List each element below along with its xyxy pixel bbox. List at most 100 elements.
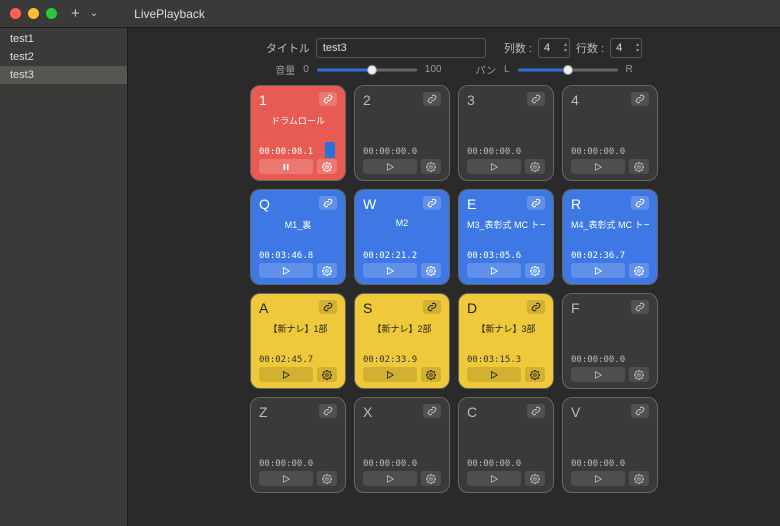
- pad[interactable]: X00:00:00.0: [354, 397, 450, 493]
- gear-icon[interactable]: [629, 159, 649, 174]
- pad-key: D: [467, 300, 477, 316]
- rows-value: 4: [616, 42, 622, 54]
- zoom-window-button[interactable]: [46, 8, 57, 19]
- gear-icon[interactable]: [629, 471, 649, 486]
- pad-time: 00:00:00.0: [571, 147, 649, 157]
- sidebar-item[interactable]: test1: [0, 30, 127, 48]
- sidebar-item[interactable]: test3: [0, 66, 127, 84]
- play-button[interactable]: [363, 159, 417, 174]
- add-button[interactable]: +: [71, 6, 80, 21]
- link-icon[interactable]: [527, 404, 545, 418]
- pad[interactable]: V00:00:00.0: [562, 397, 658, 493]
- pad[interactable]: 300:00:00.0: [458, 85, 554, 181]
- link-icon[interactable]: [319, 404, 337, 418]
- titlebar: + ⌄ LivePlayback: [0, 0, 780, 28]
- pad-key: A: [259, 300, 268, 316]
- pad[interactable]: 400:00:00.0: [562, 85, 658, 181]
- pad[interactable]: EM3_表彰式 MC トーク00:03:05.6: [458, 189, 554, 285]
- pad-progress-icon: [325, 142, 335, 158]
- play-button[interactable]: [571, 159, 625, 174]
- link-icon[interactable]: [527, 196, 545, 210]
- gear-icon[interactable]: [525, 159, 545, 174]
- minimize-window-button[interactable]: [28, 8, 39, 19]
- pause-button[interactable]: [259, 159, 313, 174]
- title-input[interactable]: [316, 38, 486, 58]
- pad-clip-name: ドラムロール: [259, 114, 337, 127]
- gear-icon[interactable]: [525, 367, 545, 382]
- pan-right-label: R: [626, 64, 633, 75]
- gear-icon[interactable]: [421, 471, 441, 486]
- play-button[interactable]: [467, 367, 521, 382]
- pad[interactable]: WM200:02:21.2: [354, 189, 450, 285]
- gear-icon[interactable]: [421, 159, 441, 174]
- gear-icon[interactable]: [421, 263, 441, 278]
- link-icon[interactable]: [423, 300, 441, 314]
- link-icon[interactable]: [631, 404, 649, 418]
- link-icon[interactable]: [319, 92, 337, 106]
- volume-slider[interactable]: [317, 64, 417, 76]
- pad-key: 3: [467, 92, 475, 108]
- cols-stepper[interactable]: 4 ▴▾: [538, 38, 570, 58]
- gear-icon[interactable]: [629, 263, 649, 278]
- link-icon[interactable]: [423, 404, 441, 418]
- header-row-1: タイトル 列数 : 4 ▴▾ 行数 : 4 ▴▾: [266, 38, 642, 58]
- play-button[interactable]: [571, 471, 625, 486]
- add-menu-chevron-icon[interactable]: ⌄: [90, 8, 98, 19]
- link-icon[interactable]: [631, 300, 649, 314]
- gear-icon[interactable]: [525, 263, 545, 278]
- play-button[interactable]: [363, 367, 417, 382]
- gear-icon[interactable]: [317, 471, 337, 486]
- gear-icon[interactable]: [629, 367, 649, 382]
- play-button[interactable]: [259, 263, 313, 278]
- play-button[interactable]: [259, 471, 313, 486]
- gear-icon[interactable]: [317, 367, 337, 382]
- link-icon[interactable]: [527, 92, 545, 106]
- play-button[interactable]: [571, 263, 625, 278]
- volume-min: 0: [303, 64, 309, 75]
- app-title: LivePlayback: [134, 7, 205, 21]
- play-button[interactable]: [467, 159, 521, 174]
- stepper-arrows-icon[interactable]: ▴▾: [564, 42, 567, 54]
- pad-clip-name: [571, 114, 649, 126]
- pad[interactable]: RM4_表彰式 MC トーク00:02:36.7: [562, 189, 658, 285]
- stepper-arrows-icon[interactable]: ▴▾: [636, 42, 639, 54]
- pad[interactable]: D【新ナレ】3部00:03:15.3: [458, 293, 554, 389]
- play-button[interactable]: [467, 263, 521, 278]
- gear-icon[interactable]: [317, 263, 337, 278]
- link-icon[interactable]: [423, 196, 441, 210]
- pad-time: 00:02:21.2: [363, 251, 441, 261]
- play-button[interactable]: [467, 471, 521, 486]
- link-icon[interactable]: [527, 300, 545, 314]
- pad[interactable]: Z00:00:00.0: [250, 397, 346, 493]
- header-row-2: 音量 0 100 パン L R: [275, 62, 633, 77]
- pad-time: 00:00:00.0: [363, 147, 441, 157]
- link-icon[interactable]: [631, 196, 649, 210]
- link-icon[interactable]: [319, 300, 337, 314]
- pad[interactable]: C00:00:00.0: [458, 397, 554, 493]
- pad[interactable]: 1ドラムロール00:00:08.1: [250, 85, 346, 181]
- link-icon[interactable]: [319, 196, 337, 210]
- gear-icon[interactable]: [525, 471, 545, 486]
- pad-clip-name: [363, 114, 441, 126]
- play-button[interactable]: [363, 263, 417, 278]
- pad[interactable]: 200:00:00.0: [354, 85, 450, 181]
- pad[interactable]: QM1_裏00:03:46.8: [250, 189, 346, 285]
- volume-label: 音量: [275, 62, 295, 77]
- play-button[interactable]: [571, 367, 625, 382]
- play-button[interactable]: [363, 471, 417, 486]
- rows-label: 行数 :: [576, 40, 604, 56]
- gear-icon[interactable]: [317, 159, 337, 174]
- cols-label: 列数 :: [504, 40, 532, 56]
- play-button[interactable]: [259, 367, 313, 382]
- pan-slider[interactable]: [518, 64, 618, 76]
- rows-stepper[interactable]: 4 ▴▾: [610, 38, 642, 58]
- pad[interactable]: A【新ナレ】1部00:02:45.7: [250, 293, 346, 389]
- link-icon[interactable]: [631, 92, 649, 106]
- sidebar-item[interactable]: test2: [0, 48, 127, 66]
- pad[interactable]: S【新ナレ】2部00:02:33.9: [354, 293, 450, 389]
- close-window-button[interactable]: [10, 8, 21, 19]
- pad-time: 00:02:36.7: [571, 251, 649, 261]
- link-icon[interactable]: [423, 92, 441, 106]
- pad[interactable]: F00:00:00.0: [562, 293, 658, 389]
- gear-icon[interactable]: [421, 367, 441, 382]
